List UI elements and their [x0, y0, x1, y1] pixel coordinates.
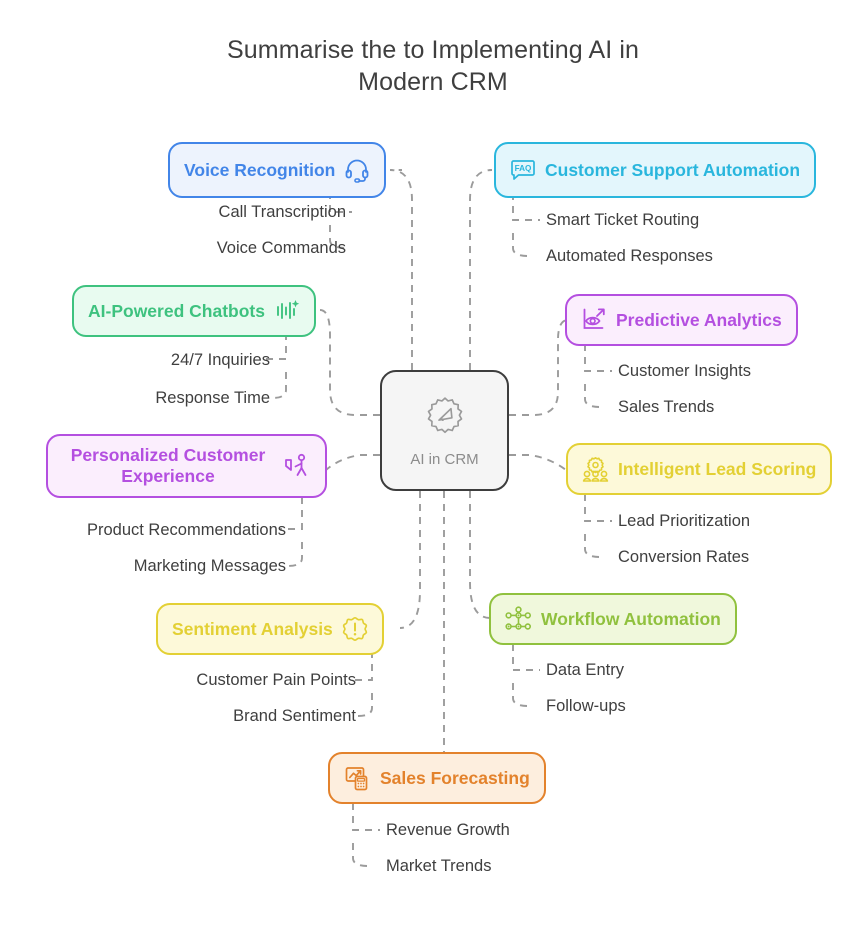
branch-node-personalized-customer-experience[interactable]: Personalized Customer Experience — [46, 434, 327, 498]
gear-people-icon — [582, 456, 609, 483]
branch-label-intelligent-lead-scoring: Intelligent Lead Scoring — [618, 458, 817, 479]
branch-label-customer-support-automation: Customer Support Automation — [545, 159, 801, 180]
faq-bubble-icon: FAQ — [510, 157, 536, 183]
person-touch-icon — [283, 452, 311, 480]
node-network-icon — [505, 605, 532, 633]
sub-item-lead-prioritization: Lead Prioritization — [618, 512, 751, 530]
branch-node-intelligent-lead-scoring[interactable]: Intelligent Lead Scoring — [566, 443, 833, 495]
branch-label-workflow-automation: Workflow Automation — [541, 608, 721, 629]
branch-node-voice-recognition[interactable]: Voice Recognition — [168, 142, 387, 198]
branch-node-ai-powered-chatbots[interactable]: AI-Powered Chatbots — [72, 285, 316, 337]
branch-node-workflow-automation[interactable]: Workflow Automation — [489, 593, 737, 645]
headset-icon — [344, 157, 370, 183]
branch-node-predictive-analytics[interactable]: Predictive Analytics — [565, 294, 798, 346]
page-title-line-2: Modern CRM — [358, 68, 508, 96]
sub-item-marketing-messages: Marketing Messages — [133, 557, 286, 575]
branch-label-voice-recognition: Voice Recognition — [184, 159, 336, 180]
sub-item-conversion-rates: Conversion Rates — [618, 548, 750, 566]
branch-node-sales-forecasting[interactable]: Sales Forecasting — [328, 752, 546, 804]
branch-label-sentiment-analysis: Sentiment Analysis — [172, 618, 333, 639]
sub-item-data-entry: Data Entry — [546, 661, 624, 679]
sub-item-voice-commands: Voice Commands — [216, 239, 346, 257]
sub-item-follow-ups: Follow-ups — [546, 697, 626, 715]
sub-item-market-trends: Market Trends — [386, 857, 492, 875]
svg-text:FAQ: FAQ — [515, 164, 532, 173]
eye-growth-chart-icon — [581, 307, 607, 333]
branch-label-personalized-customer-experience: Personalized Customer Experience — [62, 445, 274, 487]
sub-item-247-inquiries: 24/7 Inquiries — [170, 351, 270, 369]
page-title-line-1: Summarise the to Implementing AI in — [226, 36, 640, 64]
branch-node-customer-support-automation[interactable]: FAQ Customer Support Automation — [494, 142, 817, 198]
sub-item-customer-pain-points: Customer Pain Points — [196, 671, 356, 689]
sub-item-revenue-growth: Revenue Growth — [386, 821, 510, 839]
branch-label-predictive-analytics: Predictive Analytics — [616, 309, 782, 330]
sub-item-product-recommendations: Product Recommendations — [86, 521, 286, 539]
branch-label-sales-forecasting: Sales Forecasting — [380, 767, 530, 788]
sound-wave-sparkle-icon — [274, 298, 300, 324]
chart-calculator-icon — [344, 765, 371, 792]
sub-item-brand-sentiment: Brand Sentiment — [233, 707, 356, 725]
ai-badge-icon — [423, 394, 467, 443]
branch-label-line-2: Experience — [121, 466, 215, 486]
sub-item-call-transcription: Call Transcription — [218, 203, 346, 221]
branch-label-ai-powered-chatbots: AI-Powered Chatbots — [88, 300, 265, 321]
central-node-label: AI in CRM — [410, 450, 479, 468]
mindmap-canvas: Summarise the to Implementing AI in Mode… — [0, 0, 866, 926]
sub-item-automated-responses: Automated Responses — [546, 247, 713, 265]
branch-node-sentiment-analysis[interactable]: Sentiment Analysis — [156, 603, 384, 655]
sub-item-smart-ticket-routing: Smart Ticket Routing — [546, 211, 700, 229]
sub-item-customer-insights: Customer Insights — [618, 362, 751, 380]
sub-item-sales-trends: Sales Trends — [618, 398, 715, 416]
sub-item-response-time: Response Time — [155, 389, 270, 407]
central-node[interactable]: AI in CRM — [380, 370, 509, 491]
branch-label-line-1: Personalized Customer — [70, 445, 266, 465]
alert-badge-icon — [342, 616, 368, 642]
page-title: Summarise the to Implementing AI in Mode… — [0, 34, 866, 98]
